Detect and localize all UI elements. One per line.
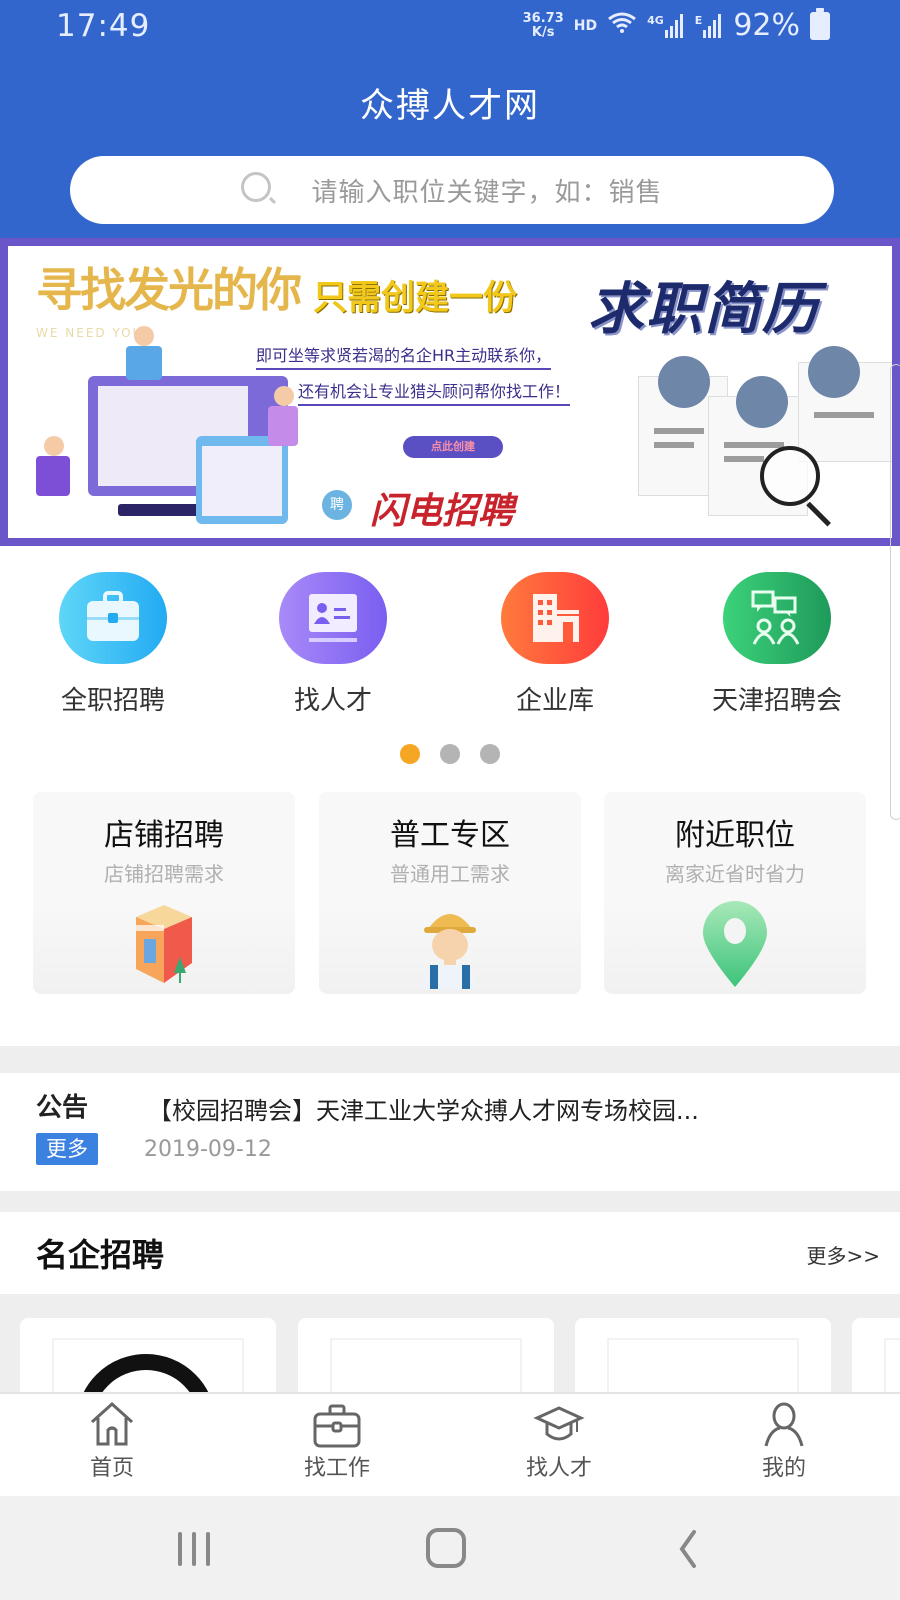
quick-nav-job-fair[interactable]: 天津招聘会 bbox=[682, 572, 872, 717]
quick-nav-label: 天津招聘会 bbox=[711, 686, 842, 716]
search-input[interactable]: 请输入职位关键字，如：销售 bbox=[70, 156, 834, 224]
hd-indicator: HD bbox=[573, 17, 598, 34]
company-logo bbox=[52, 1338, 244, 1394]
category-card-shop[interactable]: 店铺招聘 店铺招聘需求 bbox=[33, 792, 295, 994]
banner-line-1: 即可坐等求贤若渴的名企HR主动联系你， bbox=[256, 342, 552, 370]
shop-icon bbox=[114, 899, 214, 989]
company-card[interactable] bbox=[575, 1318, 831, 1394]
banner-headline: 寻找发光的你 bbox=[36, 263, 302, 317]
tab-mine[interactable]: 我的 bbox=[714, 1402, 854, 1482]
announcement-date: 2019-09-12 bbox=[144, 1137, 272, 1162]
tab-home[interactable]: 首页 bbox=[42, 1401, 182, 1482]
quick-nav-pager bbox=[0, 744, 900, 764]
company-card[interactable] bbox=[298, 1318, 554, 1394]
search-icon bbox=[241, 172, 277, 208]
company-logo bbox=[330, 1338, 522, 1394]
recent-apps-button[interactable] bbox=[166, 1526, 226, 1572]
quick-nav-label: 找人才 bbox=[293, 686, 372, 716]
home-icon bbox=[86, 1401, 138, 1448]
building-icon bbox=[501, 572, 609, 664]
category-title: 附近职位 bbox=[675, 818, 795, 853]
status-bar: 17:49 36.73 K/s HD 4G E 92% bbox=[0, 0, 900, 54]
home-button[interactable] bbox=[418, 1526, 478, 1572]
quick-nav-company-db[interactable]: 企业库 bbox=[460, 572, 650, 717]
company-card[interactable] bbox=[852, 1318, 900, 1394]
pager-dot-2[interactable] bbox=[440, 744, 460, 764]
category-card-nearby[interactable]: 附近职位 离家近省时省力 bbox=[604, 792, 866, 994]
tab-find-talent[interactable]: 找人才 bbox=[489, 1402, 629, 1482]
quick-nav: 全职招聘 找人才 企业库 天津招聘会 bbox=[0, 546, 900, 726]
quick-nav-label: 企业库 bbox=[515, 686, 594, 716]
status-time: 17:49 bbox=[56, 8, 151, 44]
category-subtitle: 离家近省时省力 bbox=[665, 862, 805, 886]
pager-dot-3[interactable] bbox=[480, 744, 500, 764]
bottom-tab-bar: 首页 找工作 找人才 我的 bbox=[0, 1392, 900, 1496]
category-subtitle: 普通用工需求 bbox=[390, 862, 510, 886]
promo-banner[interactable]: 寻找发光的你 WE NEED YOU 只需创建一份 求职简历 即可坐等求贤若渴的… bbox=[0, 238, 900, 546]
tab-label: 找人才 bbox=[525, 1456, 592, 1481]
section-separator bbox=[0, 1191, 900, 1212]
briefcase-icon bbox=[311, 1402, 363, 1448]
quick-nav-label: 全职招聘 bbox=[60, 686, 165, 716]
status-indicators: 36.73 K/s HD 4G E 92% bbox=[522, 7, 830, 43]
tab-label: 我的 bbox=[761, 1456, 806, 1481]
pager-dot-1[interactable] bbox=[400, 744, 420, 764]
network-speed: 36.73 K/s bbox=[522, 10, 564, 40]
quick-nav-full-time[interactable]: 全职招聘 bbox=[18, 572, 208, 717]
network-speed-value: 36.73 bbox=[522, 10, 564, 26]
banner-brand: 闪电招聘 bbox=[370, 491, 515, 532]
tab-label: 找工作 bbox=[303, 1456, 370, 1481]
banner-slogan-part2: 求职简历 bbox=[588, 277, 820, 342]
announcement-title-link[interactable]: 【校园招聘会】天津工业大学众搏人才网专场校园... bbox=[148, 1091, 699, 1126]
category-subtitle: 店铺招聘需求 bbox=[104, 862, 224, 886]
announcement-more-button[interactable]: 更多 bbox=[36, 1133, 98, 1165]
famous-companies-title: 名企招聘 bbox=[36, 1236, 165, 1274]
tab-find-job[interactable]: 找工作 bbox=[267, 1402, 407, 1482]
category-title: 普工专区 bbox=[390, 818, 510, 853]
famous-companies-more-link[interactable]: 更多>> bbox=[806, 1240, 880, 1269]
app-header: 17:49 36.73 K/s HD 4G E 92% 众搏人才网 请输入职位关… bbox=[0, 0, 900, 238]
search-placeholder: 请输入职位关键字，如：销售 bbox=[311, 177, 663, 208]
job-fair-icon bbox=[723, 572, 831, 664]
cell-signal-e-icon: E bbox=[694, 13, 724, 38]
steering-wheel-logo-icon bbox=[76, 1354, 216, 1394]
network-speed-unit: K/s bbox=[531, 24, 555, 40]
company-card[interactable] bbox=[20, 1318, 276, 1394]
company-carousel bbox=[0, 1294, 900, 1394]
cell-signal-4g-icon: 4G bbox=[647, 13, 685, 38]
section-separator bbox=[0, 1046, 900, 1073]
worker-icon bbox=[400, 899, 500, 989]
graduation-cap-icon bbox=[533, 1402, 585, 1448]
battery-percent: 92% bbox=[733, 8, 800, 43]
tab-label: 首页 bbox=[89, 1456, 134, 1481]
promo-banner-content: 寻找发光的你 WE NEED YOU 只需创建一份 求职简历 即可坐等求贤若渴的… bbox=[8, 246, 892, 538]
announcement-section: 公告 更多 【校园招聘会】天津工业大学众搏人才网专场校园... 2019-09-… bbox=[0, 1073, 900, 1191]
network-type-4g: 4G bbox=[647, 13, 664, 27]
location-pin-icon bbox=[685, 899, 785, 989]
app-title: 众搏人才网 bbox=[360, 86, 540, 126]
banner-create-button[interactable]: 点此创建 bbox=[403, 436, 503, 458]
briefcase-icon bbox=[59, 572, 167, 664]
company-logo bbox=[884, 1338, 900, 1394]
announcement-label: 公告 bbox=[36, 1093, 89, 1123]
id-card-icon bbox=[279, 572, 387, 664]
category-title: 店铺招聘 bbox=[104, 818, 224, 853]
category-card-general-labor[interactable]: 普工专区 普通用工需求 bbox=[319, 792, 581, 994]
back-button[interactable] bbox=[670, 1526, 730, 1572]
banner-tagline: WE NEED YOU bbox=[36, 326, 144, 340]
network-type-e: E bbox=[694, 13, 703, 27]
banner-slogan-part1: 只需创建一份 bbox=[313, 278, 517, 318]
battery-icon bbox=[810, 7, 830, 40]
quick-nav-find-talent[interactable]: 找人才 bbox=[238, 572, 428, 717]
banner-line-2: 还有机会让专业猎头顾问帮你找工作！ bbox=[298, 378, 571, 406]
brand-logo-icon: 聘 bbox=[322, 490, 352, 520]
user-icon bbox=[758, 1402, 810, 1448]
wifi-icon bbox=[607, 11, 637, 40]
system-navigation-bar bbox=[0, 1496, 900, 1600]
company-logo bbox=[607, 1338, 799, 1394]
famous-companies-header: 名企招聘 更多>> bbox=[0, 1212, 900, 1294]
